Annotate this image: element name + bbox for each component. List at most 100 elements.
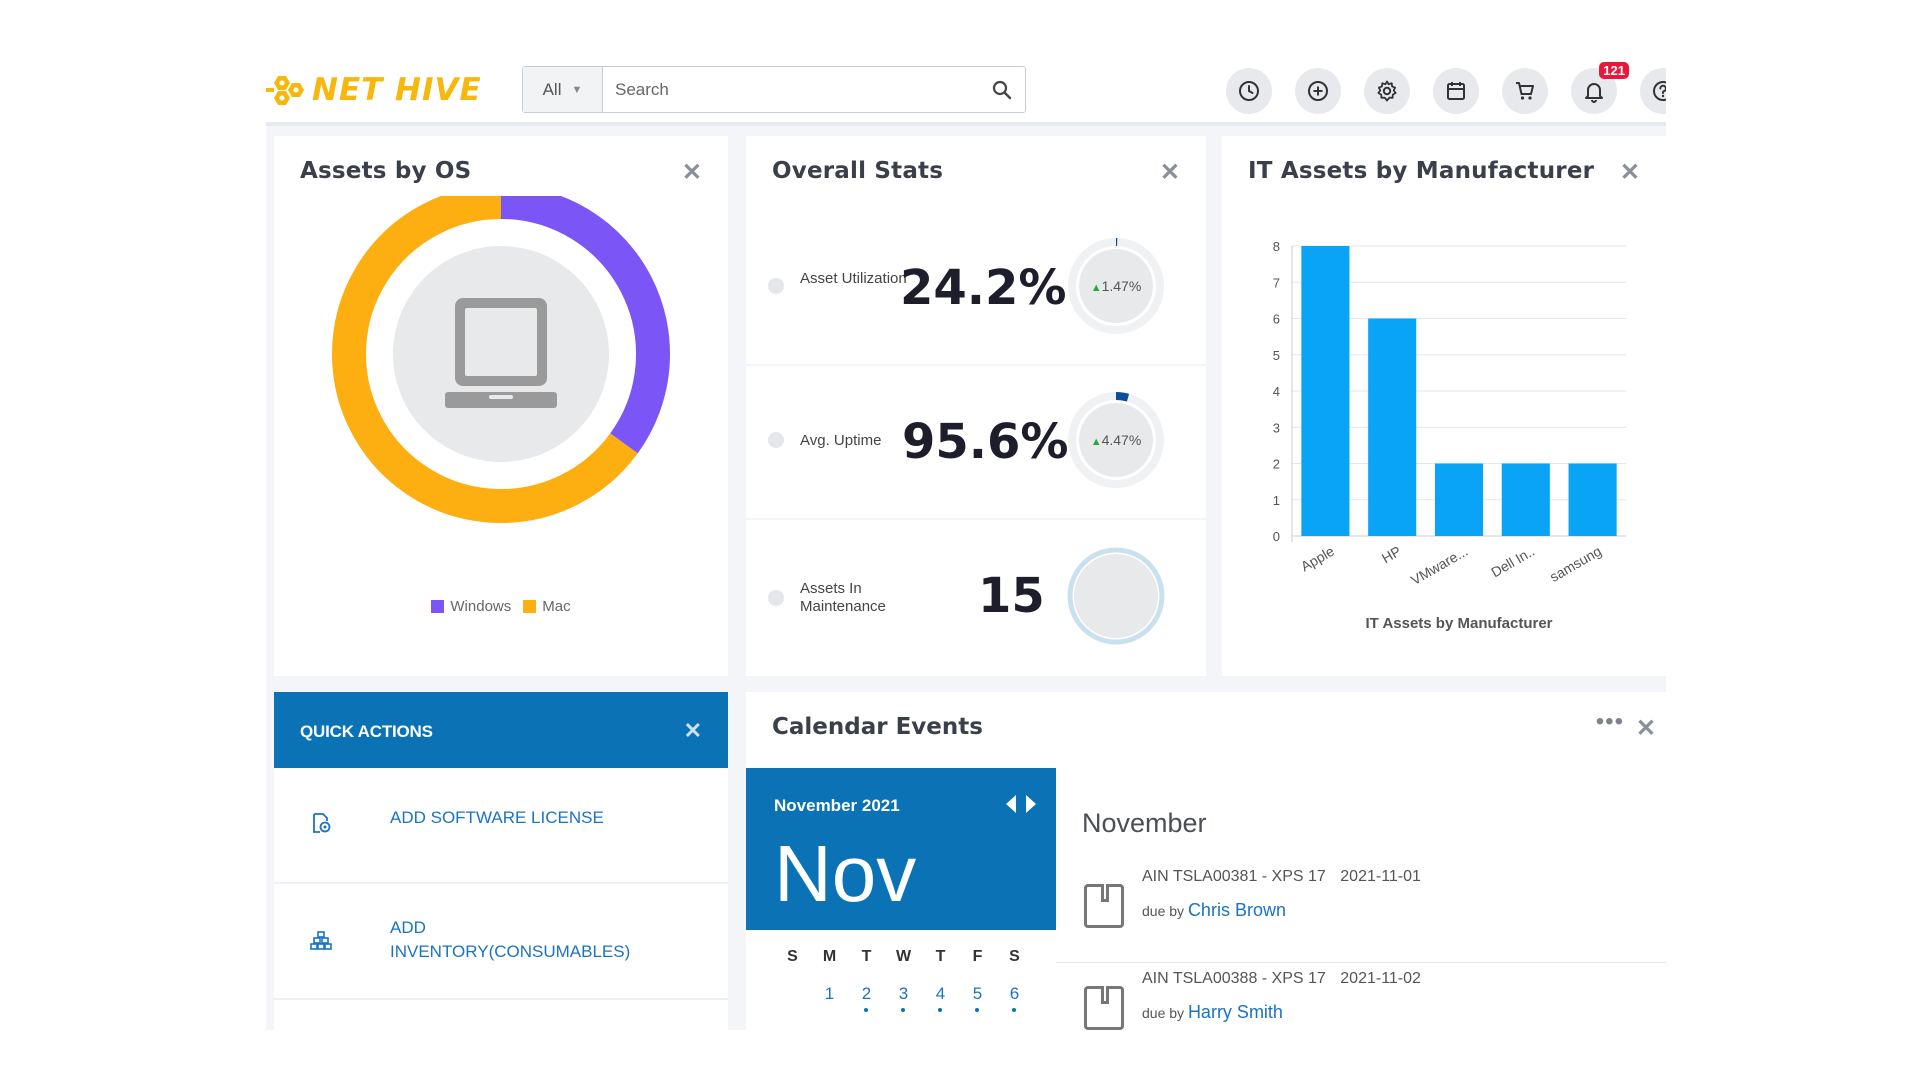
- logo-text: NET HIVE: [312, 72, 482, 108]
- stat-label: Avg. Uptime: [800, 432, 882, 449]
- stat-asset-utilization: Asset Utilization 24.2% ▲1.47%: [746, 212, 1206, 364]
- y-tick-label: 0: [1273, 529, 1280, 544]
- stat-avg-uptime: Avg. Uptime 95.6% ▲4.47%: [746, 366, 1206, 518]
- notifications-button[interactable]: 121: [1571, 62, 1629, 114]
- calendar-icon: [1447, 82, 1465, 100]
- os-donut-chart: [332, 196, 670, 523]
- calendar-button[interactable]: [1433, 68, 1479, 114]
- x-tick-label: Apple: [1298, 543, 1337, 575]
- calendar-day[interactable]: 5: [959, 984, 996, 1012]
- manufacturer-bar-chart: 0 1 2 3 4 5 6 7 8 Apple HP VMware... Dell In.. samsun…: [1273, 239, 1626, 632]
- bar-1[interactable]: [1368, 318, 1417, 537]
- prev-month-icon[interactable]: [1004, 794, 1018, 814]
- calendar-day[interactable]: 4: [922, 984, 959, 1012]
- weekday-label: W: [895, 948, 912, 965]
- events-month-heading: November: [1082, 808, 1207, 838]
- stat-value: 24.2%: [900, 260, 1067, 316]
- close-icon[interactable]: ✕: [1636, 714, 1656, 743]
- info-icon[interactable]: [768, 590, 784, 606]
- weekday-label: S: [1009, 948, 1020, 965]
- event-date: 2021-11-02: [1340, 970, 1421, 987]
- event-item[interactable]: AIN TSLA00388 - XPS 17 2021-11-02 due by…: [1076, 962, 1636, 1030]
- add-circle-icon: [1308, 81, 1328, 101]
- search-button[interactable]: [979, 67, 1025, 112]
- y-tick-label: 4: [1273, 384, 1280, 399]
- card-title: Calendar Events: [772, 714, 983, 740]
- card-title: QUICK ACTIONS: [300, 722, 433, 741]
- stat-progress-ring: [1067, 547, 1165, 645]
- legend-item-windows[interactable]: Windows: [431, 598, 511, 615]
- history-button[interactable]: [1226, 68, 1272, 114]
- cart-button[interactable]: [1502, 68, 1548, 114]
- event-title: AIN TSLA00381 - XPS 17: [1142, 868, 1326, 885]
- weekday-label: T: [861, 948, 872, 965]
- event-person-link[interactable]: Harry Smith: [1188, 1002, 1283, 1022]
- event-due-label: due by: [1142, 903, 1185, 919]
- weekday-label: M: [822, 948, 837, 965]
- y-tick-label: 1: [1273, 493, 1280, 508]
- search-scope-value: All: [542, 79, 562, 99]
- logo[interactable]: NET HIVE: [266, 70, 482, 110]
- weekday-label: T: [935, 948, 946, 965]
- event-title: AIN TSLA00388 - XPS 17: [1142, 970, 1326, 987]
- stat-delta-value: 4.47%: [1101, 432, 1142, 448]
- calendar-day[interactable]: 3: [885, 984, 922, 1012]
- settings-button[interactable]: [1364, 68, 1410, 114]
- y-tick-label: 7: [1273, 275, 1280, 290]
- calendar-day[interactable]: 6: [996, 984, 1033, 1012]
- overall-stats-header: Overall Stats ✕: [746, 136, 1206, 212]
- os-legend: Windows Mac: [274, 598, 728, 615]
- event-due-line: due by Harry Smith: [1142, 1002, 1283, 1023]
- caret-down-icon: ▼: [571, 83, 583, 96]
- calendar-day: [774, 984, 811, 1004]
- x-tick-label: HP: [1379, 543, 1404, 567]
- bar-3[interactable]: [1501, 463, 1550, 537]
- legend-swatch: [523, 600, 537, 613]
- search-input[interactable]: [603, 67, 979, 112]
- quick-actions-header: QUICK ACTIONS ✕: [274, 692, 728, 768]
- x-axis-title: IT Assets by Manufacturer: [1366, 615, 1553, 632]
- add-button[interactable]: [1295, 68, 1341, 114]
- bar-2[interactable]: [1434, 463, 1484, 537]
- quick-action-label: ADD SOFTWARE LICENSE: [390, 808, 604, 827]
- event-title-line: AIN TSLA00388 - XPS 17 2021-11-02: [1142, 970, 1421, 988]
- legend-label: Mac: [542, 598, 571, 615]
- event-person-link[interactable]: Chris Brown: [1188, 900, 1286, 920]
- legend-label: Windows: [450, 598, 512, 615]
- help-icon: [1653, 81, 1666, 101]
- overall-stats-card: Overall Stats ✕ Asset Utilization 24.2% …: [746, 136, 1206, 676]
- search-bar: All ▼: [522, 66, 1026, 113]
- quick-actions-card: QUICK ACTIONS ✕ ADD SOFTWARE LICENSE ADD…: [274, 692, 728, 1030]
- info-icon[interactable]: [768, 278, 784, 294]
- close-icon[interactable]: ✕: [1620, 158, 1640, 187]
- close-icon[interactable]: ✕: [682, 158, 702, 187]
- cart-icon: [1516, 82, 1534, 100]
- next-month-icon[interactable]: [1024, 794, 1038, 814]
- bar-4[interactable]: [1568, 463, 1617, 537]
- y-tick-label: 6: [1273, 312, 1280, 327]
- search-scope-select[interactable]: All ▼: [523, 67, 603, 112]
- inventory-icon: [310, 931, 332, 950]
- calendar-day[interactable]: 2: [848, 984, 885, 1012]
- weekday-label: F: [972, 948, 983, 965]
- help-button[interactable]: [1640, 68, 1666, 114]
- calendar-day[interactable]: 1: [811, 984, 848, 1004]
- weekday-label: S: [787, 948, 798, 965]
- stat-label: Assets In Maintenance: [800, 580, 886, 615]
- legend-item-mac[interactable]: Mac: [523, 598, 571, 615]
- info-icon[interactable]: [768, 432, 784, 448]
- it-assets-by-manufacturer-card: IT Assets by Manufacturer ✕ 0 1 2 3 4 5 6 7 8 App…: [1222, 136, 1666, 676]
- calendar-grid: S M T W T F S 1 2 3 4 5 6: [774, 948, 1044, 1012]
- close-icon[interactable]: ✕: [1160, 158, 1180, 187]
- history-icon: [1239, 81, 1259, 101]
- card-title: Overall Stats: [772, 158, 944, 184]
- quick-action-add-inventory[interactable]: ADD INVENTORY(CONSUMABLES): [274, 886, 728, 1000]
- bar-0[interactable]: [1301, 246, 1350, 536]
- calendar-nav: [1004, 794, 1038, 814]
- event-item[interactable]: AIN TSLA00381 - XPS 17 2021-11-01 due by…: [1076, 860, 1636, 950]
- quick-action-add-software-license[interactable]: ADD SOFTWARE LICENSE: [274, 768, 728, 884]
- close-icon[interactable]: ✕: [684, 718, 702, 744]
- stat-assets-in-maintenance: Assets In Maintenance 15: [746, 520, 1206, 676]
- event-due-label: due by: [1142, 1005, 1185, 1021]
- more-options-icon[interactable]: •••: [1596, 708, 1624, 736]
